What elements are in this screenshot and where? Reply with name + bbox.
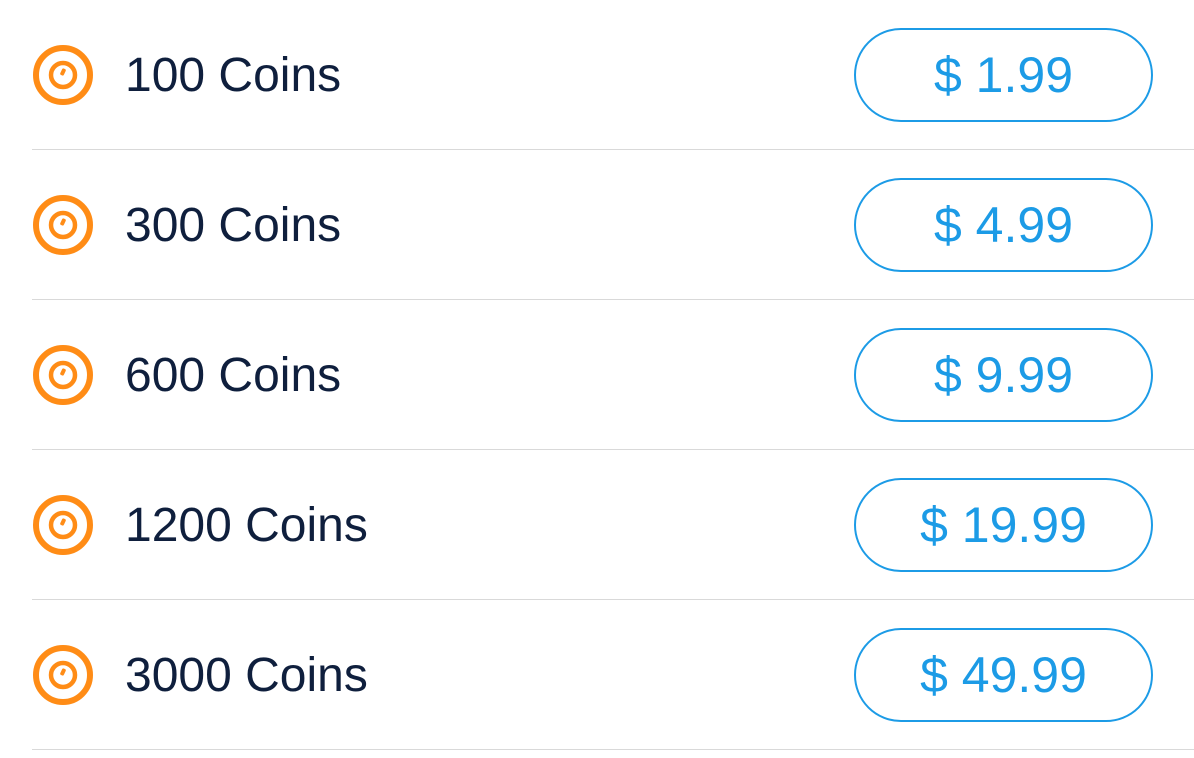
coin-package-label: 300 Coins (125, 199, 342, 252)
coin-package-row: 3000 Coins $ 49.99 (0, 600, 1194, 750)
coin-package-list: 100 Coins $ 1.99 300 Coins $ 4.99 600 Co… (0, 0, 1194, 750)
coin-package-label: 3000 Coins (125, 649, 368, 702)
coin-package-row: 600 Coins $ 9.99 (0, 300, 1194, 450)
price-button-300-coins[interactable]: $ 4.99 (854, 178, 1153, 272)
price-button-3000-coins[interactable]: $ 49.99 (854, 628, 1153, 722)
coin-icon (32, 44, 94, 106)
coin-icon (32, 644, 94, 706)
coin-icon (32, 194, 94, 256)
price-button-100-coins[interactable]: $ 1.99 (854, 28, 1153, 122)
price-button-600-coins[interactable]: $ 9.99 (854, 328, 1153, 422)
coin-package-label: 100 Coins (125, 49, 342, 102)
coin-package-label: 600 Coins (125, 349, 342, 402)
coin-icon (32, 344, 94, 406)
coin-package-row: 300 Coins $ 4.99 (0, 150, 1194, 300)
price-button-1200-coins[interactable]: $ 19.99 (854, 478, 1153, 572)
row-divider (32, 749, 1194, 750)
coin-icon (32, 494, 94, 556)
coin-package-row: 1200 Coins $ 19.99 (0, 450, 1194, 600)
coin-package-label: 1200 Coins (125, 499, 368, 552)
coin-package-row: 100 Coins $ 1.99 (0, 0, 1194, 150)
